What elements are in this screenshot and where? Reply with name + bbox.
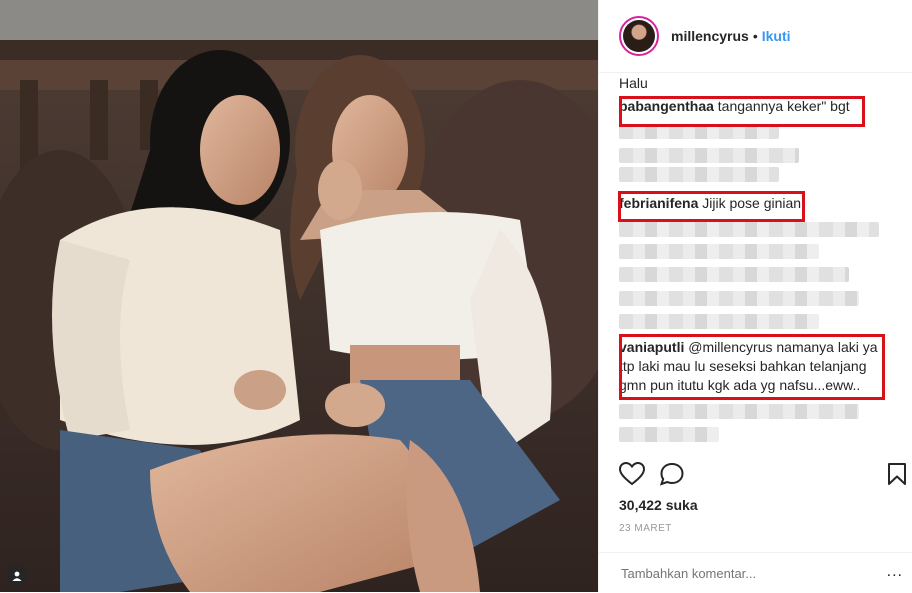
heart-icon[interactable] (618, 461, 646, 491)
highlight-box (619, 334, 885, 400)
post-date: 23 MARET (619, 523, 672, 534)
blurred-comment (619, 314, 819, 329)
caption: Halu (619, 75, 648, 91)
bookmark-icon[interactable] (887, 462, 907, 491)
follow-button[interactable]: Ikuti (762, 28, 791, 44)
blurred-comment (619, 167, 779, 182)
post-username[interactable]: millencyrus (671, 28, 749, 44)
post-photo[interactable] (0, 0, 598, 592)
post-header: millencyrus • Ikuti (599, 0, 912, 73)
highlight-box (619, 96, 865, 127)
separator-dot: • (752, 28, 758, 44)
post-side-panel: millencyrus • Ikuti Halu babangenthaa ta… (598, 0, 912, 592)
avatar[interactable] (619, 16, 659, 56)
blurred-comment (619, 427, 719, 442)
blurred-comment (619, 148, 799, 163)
more-options-icon[interactable]: ... (887, 563, 903, 581)
blurred-comment (619, 291, 859, 306)
post-actions (618, 460, 909, 491)
blurred-comment (619, 222, 879, 237)
comment-input[interactable] (619, 565, 873, 582)
add-comment-bar: ... (599, 552, 912, 593)
likes-count[interactable]: 30,422 suka (619, 497, 698, 513)
highlight-box (618, 191, 805, 222)
blurred-comment (619, 244, 819, 259)
comment-bubble-icon[interactable] (659, 462, 685, 491)
blurred-comment (619, 404, 859, 419)
blurred-comment (619, 267, 849, 282)
user-tag-icon[interactable] (6, 565, 28, 587)
